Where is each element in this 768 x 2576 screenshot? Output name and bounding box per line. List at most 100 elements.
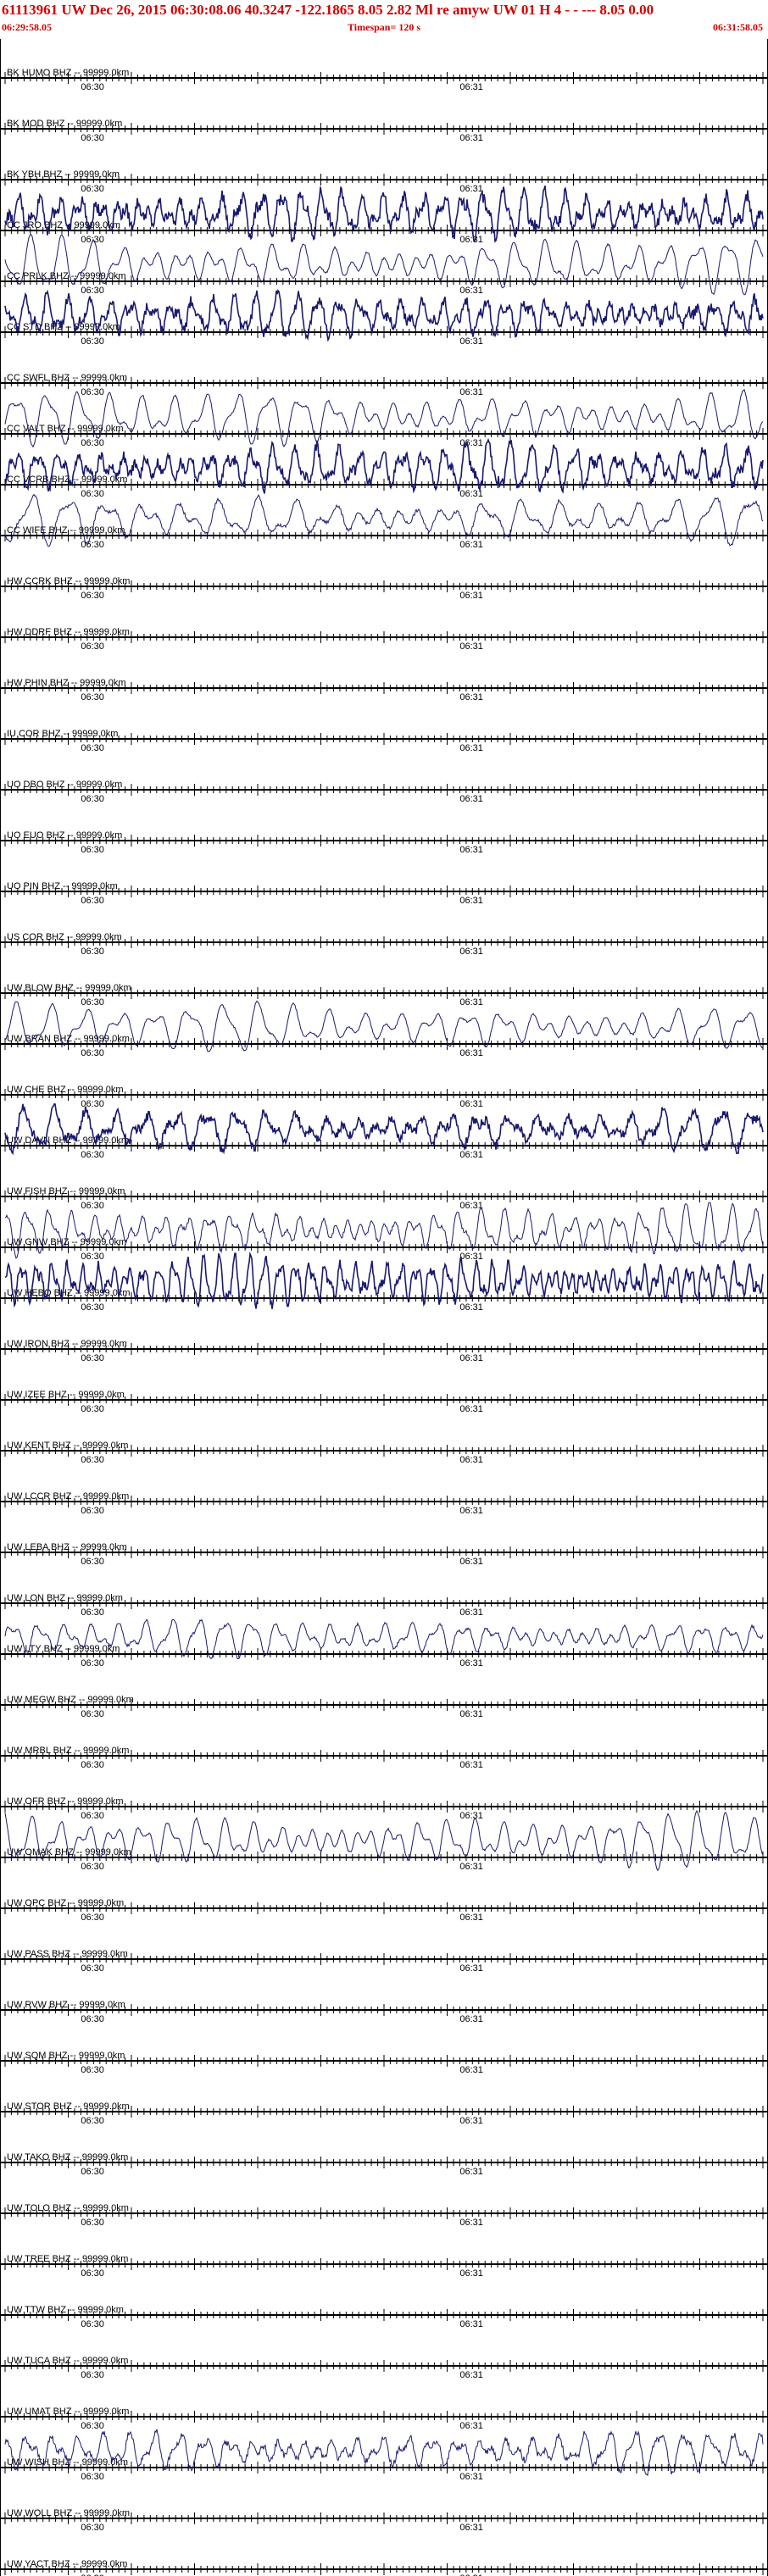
minute-tick-label: 06:31 bbox=[459, 1048, 483, 1058]
minute-tick-label: 06:30 bbox=[81, 540, 104, 550]
station-label: HW CCRK BHZ -- 99999.0km bbox=[7, 576, 130, 586]
minute-tick-label: 06:31 bbox=[459, 2370, 483, 2380]
station-label: UW PASS BHZ -- 99999.0km bbox=[7, 1949, 128, 1959]
station-label: UW YACT BHZ -- 99999.0km bbox=[7, 2559, 127, 2569]
minute-tick-label: 06:30 bbox=[81, 1760, 104, 1770]
station-row: 06:30 06:31CC PRLK BHZ -- 99999.0km bbox=[0, 233, 768, 296]
minute-tick-label: 06:31 bbox=[459, 845, 483, 855]
station-label: UW IZEE BHZ -- 99999.0km bbox=[7, 1390, 125, 1400]
minute-tick-label: 06:31 bbox=[459, 2167, 483, 2177]
minute-tick-label: 06:30 bbox=[81, 947, 104, 957]
station-label: UW OFR BHZ -- 99999.0km bbox=[7, 1796, 124, 1807]
minute-tick-label: 06:31 bbox=[459, 591, 483, 601]
station-label: US COR BHZ -- 99999.0km bbox=[7, 932, 122, 942]
minute-tick-label: 06:31 bbox=[459, 1963, 483, 1974]
station-row: 06:30 06:31 UW STOR BHZ -- 99999.0km bbox=[0, 2101, 768, 2126]
station-label: UW UMAT BHZ -- 99999.0km bbox=[7, 2407, 129, 2417]
station-row: 06:30 06:31 UW MRBL BHZ -- 99999.0km bbox=[0, 1746, 768, 1770]
minute-tick-label: 06:31 bbox=[459, 1862, 483, 1872]
station-row: 06:30 06:31 UW TOLO BHZ -- 99999.0km bbox=[0, 2203, 768, 2228]
station-row: 06:30 06:31CC VCRB BHZ -- 99999.0km bbox=[0, 437, 768, 499]
minute-tick-label: 06:30 bbox=[81, 845, 104, 855]
minute-tick-label: 06:31 bbox=[459, 743, 483, 753]
station-row: 06:30 06:31 UW TREE BHZ -- 99999.0km bbox=[0, 2254, 768, 2279]
station-label: UW BLOW BHZ -- 99999.0km bbox=[7, 983, 131, 993]
station-row: 06:30 06:31 BK YBH BHZ -- 99999.0km bbox=[0, 169, 768, 194]
minute-tick-label: 06:31 bbox=[459, 1607, 483, 1618]
station-row: 06:3006:31UW YACT BHZ -- 99999.0km bbox=[0, 2559, 768, 2576]
minute-tick-label: 06:30 bbox=[81, 2370, 104, 2380]
minute-tick-label: 06:30 bbox=[81, 692, 104, 702]
station-row: 06:30 06:31 UW RVW BHZ -- 99999.0km bbox=[0, 2000, 768, 2024]
station-label: UW MEGW BHZ -- 99999.0km bbox=[7, 1695, 134, 1705]
minute-tick-label: 06:30 bbox=[81, 2268, 104, 2279]
station-row: 06:30 06:31 UW SQM BHZ -- 99999.0km bbox=[0, 2051, 768, 2075]
minute-tick-label: 06:30 bbox=[81, 1099, 104, 1109]
minute-tick-label: 06:30 bbox=[81, 2523, 104, 2533]
minute-tick-label: 06:31 bbox=[459, 235, 483, 245]
minute-tick-label: 06:30 bbox=[81, 82, 104, 92]
minute-tick-label: 06:30 bbox=[81, 133, 104, 143]
minute-tick-label: 06:31 bbox=[459, 438, 483, 448]
minute-tick-label: 06:30 bbox=[81, 1455, 104, 1465]
minute-tick-label: 06:31 bbox=[459, 1709, 483, 1719]
station-row: 06:30 06:31 UW PASS BHZ -- 99999.0km bbox=[0, 1949, 768, 1974]
station-row: 06:30 06:31 UW LCCR BHZ -- 99999.0km bbox=[0, 1491, 768, 1516]
minute-tick-label: 06:30 bbox=[81, 641, 104, 652]
station-row: 06:30 06:31 UO EUO BHZ -- 99999.0km bbox=[0, 830, 768, 855]
station-row: 06:30 06:31 BK HUMO BHZ -- 99999.0km bbox=[0, 68, 768, 92]
minute-tick-label: 06:31 bbox=[459, 133, 483, 143]
station-label: UW WISH BHZ -- 99999.0km bbox=[7, 2457, 128, 2468]
minute-tick-label: 06:30 bbox=[81, 2319, 104, 2329]
minute-tick-label: 06:30 bbox=[81, 1302, 104, 1313]
station-row: 06:30 06:31 UW TTW BHZ -- 99999.0km bbox=[0, 2305, 768, 2329]
station-row: 06:30 06:31UW FISH BHZ -- 99999.0km bbox=[0, 1186, 768, 1211]
minute-tick-label: 06:31 bbox=[459, 1099, 483, 1109]
station-row: 06:30 06:31 US COR BHZ -- 99999.0km bbox=[0, 932, 768, 957]
station-label: BK HUMO BHZ -- 99999.0km bbox=[7, 68, 129, 78]
minute-tick-label: 06:31 bbox=[459, 1353, 483, 1363]
minute-tick-label: 06:31 bbox=[459, 947, 483, 957]
station-label: HW DDRF BHZ -- 99999.0km bbox=[7, 627, 130, 637]
station-label: UW TAKO BHZ -- 99999.0km bbox=[7, 2152, 128, 2162]
minute-tick-label: 06:31 bbox=[459, 184, 483, 194]
minute-tick-label: 06:30 bbox=[81, 1150, 104, 1160]
minute-tick-label: 06:30 bbox=[81, 997, 104, 1008]
station-label: UW DAVN BHZ -- 99999.0km bbox=[7, 1135, 129, 1146]
station-label: BK YBH BHZ -- 99999.0km bbox=[7, 169, 120, 180]
station-row: 06:30 06:31 CC WIFE BHZ -- 99999.0km bbox=[0, 493, 768, 550]
minute-tick-label: 06:31 bbox=[459, 2116, 483, 2126]
minute-tick-label: 06:30 bbox=[81, 1811, 104, 1821]
minute-tick-label: 06:30 bbox=[81, 489, 104, 499]
station-label: UW TREE BHZ -- 99999.0km bbox=[7, 2254, 128, 2264]
minute-tick-label: 06:31 bbox=[459, 1404, 483, 1414]
minute-tick-label: 06:30 bbox=[81, 2167, 104, 2177]
station-label: UW HEBO BHZ -- 99999.0km bbox=[7, 1288, 130, 1298]
minute-tick-label: 06:31 bbox=[459, 1658, 483, 1668]
minute-tick-label: 06:30 bbox=[81, 1862, 104, 1872]
minute-tick-label: 06:31 bbox=[459, 1302, 483, 1313]
minute-tick-label: 06:31 bbox=[459, 2218, 483, 2228]
minute-tick-label: 06:31 bbox=[459, 2065, 483, 2075]
minute-tick-label: 06:30 bbox=[81, 1048, 104, 1058]
minute-tick-label: 06:30 bbox=[81, 2421, 104, 2431]
station-row: 06:30 06:31UW BRAN BHZ -- 99999.0km bbox=[0, 1000, 768, 1058]
station-row: 06:30 06:31 UW TAKO BHZ -- 99999.0km bbox=[0, 2152, 768, 2177]
station-label: UW TTW BHZ -- 99999.0km bbox=[7, 2305, 124, 2315]
seismogram-plot: 06:30 06:31BK HUMO BHZ -- 99999.0km06:30 0… bbox=[0, 39, 768, 2576]
minute-tick-label: 06:30 bbox=[81, 591, 104, 601]
minute-tick-label: 06:30 bbox=[81, 1404, 104, 1414]
minute-tick-label: 06:31 bbox=[459, 997, 483, 1008]
station-label: UW OPC BHZ -- 99999.0km bbox=[7, 1898, 124, 1908]
minute-tick-label: 06:30 bbox=[81, 387, 104, 397]
station-row: 06:30 06:31 UW OPC BHZ -- 99999.0km bbox=[0, 1898, 768, 1923]
minute-tick-label: 06:30 bbox=[81, 1607, 104, 1618]
station-row: 06:30 06:31 UW WOLL BHZ -- 99999.0km bbox=[0, 2508, 768, 2533]
minute-tick-label: 06:31 bbox=[459, 286, 483, 296]
minute-tick-label: 06:30 bbox=[81, 2472, 104, 2482]
station-label: IU COR BHZ -- 99999.0km bbox=[7, 729, 118, 739]
station-row: 06:30 06:31 UW CHE BHZ -- 99999.0km bbox=[0, 1085, 768, 1109]
minute-tick-label: 06:30 bbox=[81, 794, 104, 804]
minute-tick-label: 06:30 bbox=[81, 2218, 104, 2228]
minute-tick-label: 06:30 bbox=[81, 1963, 104, 1974]
